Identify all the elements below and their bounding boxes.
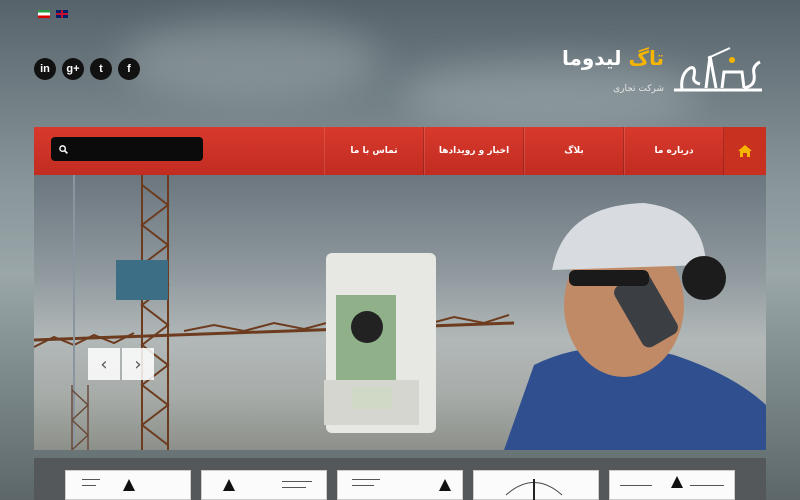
thumbnail-document[interactable] [473,470,599,500]
slider-next-button[interactable]: › [122,348,154,380]
slide-image [34,175,766,450]
nav-item-blog[interactable]: بلاگ [524,127,624,175]
googleplus-icon[interactable]: g+ [62,58,84,80]
thumbnail-document[interactable] [65,470,191,500]
language-switcher [38,10,68,18]
slider-prev-button[interactable]: ‹ [88,348,120,380]
brand-title-accent: تاگ [628,46,665,70]
facebook-icon[interactable]: f [118,58,140,80]
thumbnail-document[interactable] [337,470,463,500]
thumbnails-strip [34,458,766,500]
nav-home-button[interactable] [724,127,766,175]
brand-text: تاگ لیدوما شرکت تجاری [562,46,664,94]
search-box[interactable] [51,137,203,161]
brand-subtitle: شرکت تجاری [613,84,664,94]
social-links: in g+ t f [34,58,140,80]
hero-slider[interactable]: ‹ › [34,175,766,450]
thumbnail-document[interactable] [201,470,327,500]
thumbnail-document[interactable] [609,470,735,500]
nav-item-news[interactable]: اخبار و رویدادها [424,127,524,175]
flag-iran-icon[interactable] [38,10,50,18]
brand-title: تاگ لیدوما [562,46,664,70]
company-logo [674,47,762,92]
nav-item-about[interactable]: درباره ما [624,127,724,175]
nav-item-contact[interactable]: تماس با ما [324,127,424,175]
nav-menu: درباره ما بلاگ اخبار و رویدادها تماس با … [324,127,766,175]
linkedin-icon[interactable]: in [34,58,56,80]
crane-cab [116,260,168,300]
background-cloud [120,20,380,100]
main-navbar: درباره ما بلاگ اخبار و رویدادها تماس با … [34,127,766,175]
search-icon[interactable] [59,144,68,154]
search-input[interactable] [74,143,194,155]
home-icon [738,145,752,157]
twitter-icon[interactable]: t [90,58,112,80]
flag-uk-icon[interactable] [56,10,68,18]
brand[interactable]: تاگ لیدوما شرکت تجاری [562,46,764,96]
brand-title-main: لیدوما [561,46,622,70]
crane-graphic [34,175,515,450]
